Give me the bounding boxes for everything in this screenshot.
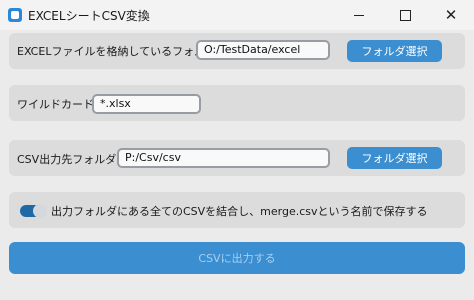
- excel-folder-panel: EXCELファイルを格納しているフォルダ O:/TestData/excel フ…: [9, 33, 465, 69]
- app-icon: [8, 8, 22, 22]
- output-csv-button[interactable]: CSVに出力する: [9, 242, 465, 274]
- maximize-button[interactable]: [382, 0, 428, 30]
- maximize-icon: [399, 9, 411, 21]
- minimize-icon: [354, 14, 364, 16]
- merge-option-panel: 出力フォルダにある全てのCSVを結合し、merge.csvという名前で保存する: [9, 192, 465, 228]
- wildcard-label: ワイルドカード: [17, 98, 94, 111]
- excel-folder-input[interactable]: O:/TestData/excel: [196, 40, 330, 60]
- excel-folder-label: EXCELファイルを格納しているフォルダ: [17, 45, 217, 58]
- wildcard-panel: ワイルドカード *.xlsx: [9, 85, 465, 121]
- csv-folder-input[interactable]: P:/Csv/csv: [117, 148, 330, 168]
- csv-folder-panel: CSV出力先フォルダ P:/Csv/csv フォルダ選択: [9, 140, 465, 176]
- merge-toggle-switch[interactable]: [20, 204, 47, 218]
- title-bar: EXCELシートCSV変換 ✕: [0, 0, 474, 30]
- toggle-knob: [33, 204, 47, 218]
- excel-folder-select-button[interactable]: フォルダ選択: [347, 40, 442, 62]
- close-icon: ✕: [444, 5, 458, 24]
- close-button[interactable]: ✕: [428, 0, 474, 30]
- merge-option-label: 出力フォルダにある全てのCSVを結合し、merge.csvという名前で保存する: [51, 205, 428, 218]
- window-title: EXCELシートCSV変換: [28, 9, 150, 23]
- csv-folder-select-button[interactable]: フォルダ選択: [347, 147, 442, 169]
- wildcard-input[interactable]: *.xlsx: [92, 94, 201, 114]
- csv-folder-label: CSV出力先フォルダ: [17, 153, 117, 166]
- minimize-button[interactable]: [336, 0, 382, 30]
